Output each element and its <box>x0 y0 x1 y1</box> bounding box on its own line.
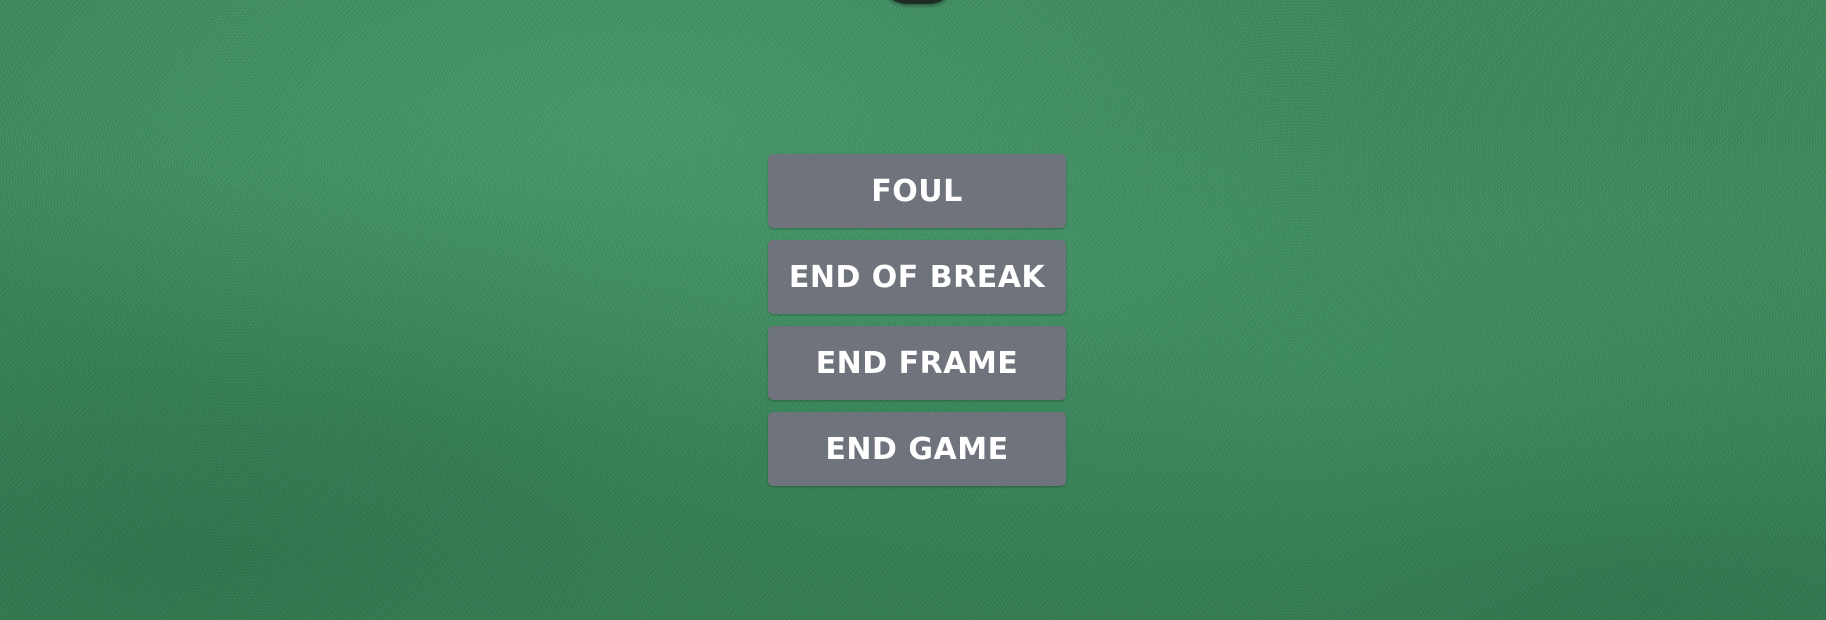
ball-partial <box>878 0 958 4</box>
end-of-break-button[interactable]: END OF BREAK <box>768 240 1066 314</box>
end-frame-button[interactable]: END FRAME <box>768 326 1066 400</box>
foul-button[interactable]: FOUL <box>768 154 1066 228</box>
end-game-button[interactable]: END GAME <box>768 412 1066 486</box>
action-menu: FOUL END OF BREAK END FRAME END GAME <box>768 154 1066 486</box>
